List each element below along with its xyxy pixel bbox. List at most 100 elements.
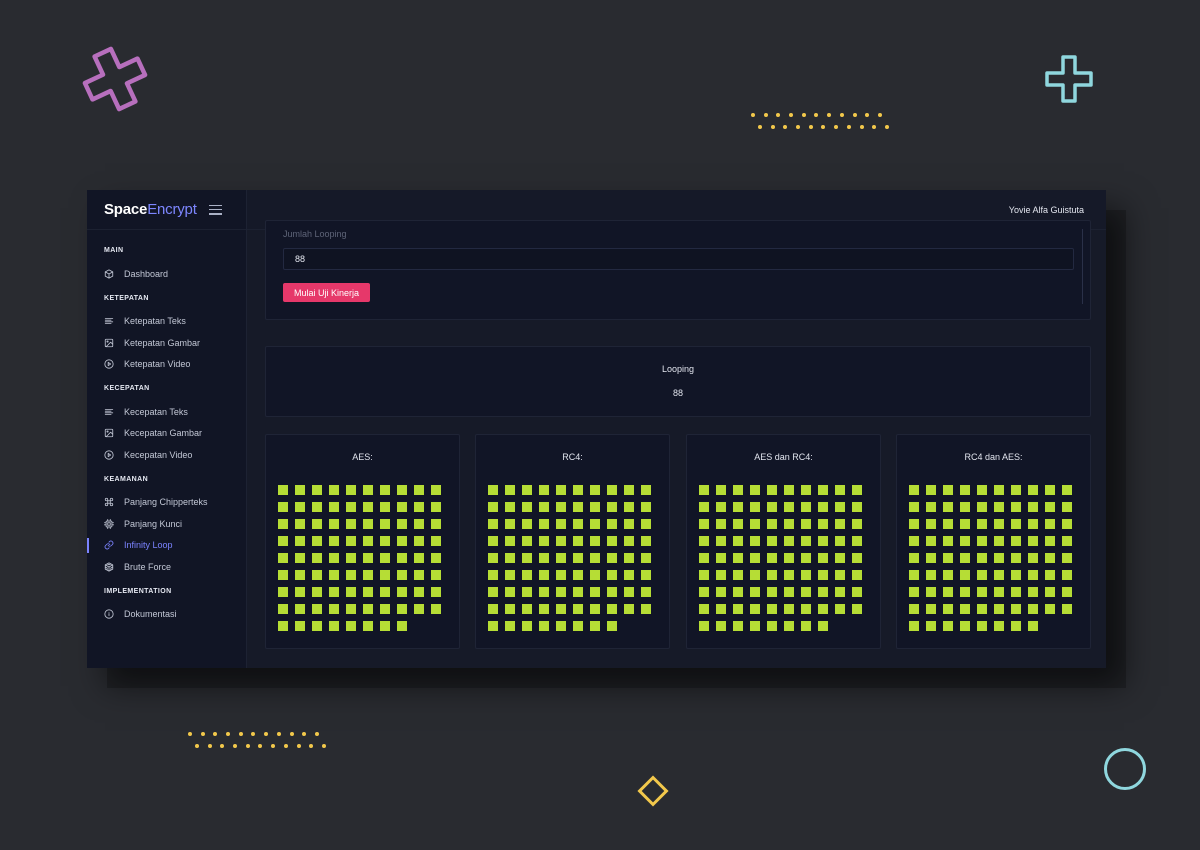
loop-iteration-square: [414, 536, 424, 546]
loop-iteration-square: [943, 502, 953, 512]
loop-iteration-square: [607, 587, 617, 597]
loop-iteration-square: [801, 485, 811, 495]
loop-iteration-square: [852, 570, 862, 580]
loop-iteration-square: [380, 604, 390, 614]
circle-decoration-icon: [1104, 748, 1146, 790]
loop-iteration-square: [733, 604, 743, 614]
loop-iteration-square: [363, 485, 373, 495]
sidebar-item-ketepatan-gambar[interactable]: Ketepatan Gambar: [87, 332, 246, 354]
loop-iteration-square: [977, 587, 987, 597]
loop-iteration-square: [329, 621, 339, 631]
sidebar-item-panjang-kunci[interactable]: Panjang Kunci: [87, 513, 246, 535]
loop-iteration-square: [1045, 536, 1055, 546]
loop-iteration-square: [1028, 621, 1038, 631]
loop-iteration-square: [750, 604, 760, 614]
main-content: Jumlah Looping 88 Mulai Uji Kinerja Loop…: [265, 220, 1091, 668]
loop-iteration-square: [733, 502, 743, 512]
sidebar-item-dokumentasi[interactable]: Dokumentasi: [87, 604, 246, 626]
sidebar-item-brute-force[interactable]: Brute Force: [87, 556, 246, 578]
menu-toggle-icon[interactable]: [208, 204, 222, 215]
looping-input[interactable]: 88: [283, 248, 1074, 270]
result-title: RC4:: [562, 452, 583, 462]
loop-iteration-square: [624, 587, 634, 597]
loop-iteration-square: [943, 519, 953, 529]
loop-iteration-square: [1045, 570, 1055, 580]
loop-iteration-square: [977, 536, 987, 546]
result-card-aes-rc4: AES dan RC4:: [686, 434, 881, 649]
loop-iteration-square: [312, 536, 322, 546]
sidebar-item-infinity-loop[interactable]: Infinity Loop: [87, 535, 246, 557]
sidebar-item-ketepatan-video[interactable]: Ketepatan Video: [87, 354, 246, 376]
scrollbar[interactable]: [1082, 229, 1083, 304]
loop-iteration-square: [607, 570, 617, 580]
result-card-aes: AES:: [265, 434, 460, 649]
user-menu[interactable]: Yovie Alfa Guistuta: [1009, 205, 1084, 215]
loop-iteration-square: [363, 604, 373, 614]
sidebar-item-label: Infinity Loop: [124, 540, 173, 551]
sidebar-item-dashboard[interactable]: Dashboard: [87, 263, 246, 285]
command-icon: [104, 497, 114, 507]
loop-iteration-square: [801, 621, 811, 631]
result-grid: [278, 485, 443, 631]
loop-iteration-square: [607, 485, 617, 495]
loop-iteration-square: [926, 553, 936, 563]
loop-iteration-square: [733, 536, 743, 546]
sidebar-item-kecepatan-gambar[interactable]: Kecepatan Gambar: [87, 423, 246, 445]
align-left-icon: [104, 407, 114, 417]
loop-iteration-square: [926, 485, 936, 495]
loop-iteration-square: [960, 502, 970, 512]
start-test-button[interactable]: Mulai Uji Kinerja: [283, 283, 371, 302]
loop-iteration-square: [641, 553, 651, 563]
loop-iteration-square: [346, 621, 356, 631]
loop-iteration-square: [943, 587, 953, 597]
loop-iteration-square: [363, 570, 373, 580]
loop-iteration-square: [505, 536, 515, 546]
loop-iteration-square: [909, 553, 919, 563]
brand-logo-strong: Space: [104, 201, 148, 218]
loop-iteration-square: [397, 519, 407, 529]
loop-iteration-square: [835, 587, 845, 597]
loop-iteration-square: [994, 570, 1004, 580]
loop-iteration-square: [607, 519, 617, 529]
loop-iteration-square: [699, 502, 709, 512]
sidebar-item-kecepatan-video[interactable]: Kecepatan Video: [87, 444, 246, 466]
loop-iteration-square: [1011, 553, 1021, 563]
loop-iteration-square: [522, 587, 532, 597]
sidebar-item-label: Kecepatan Video: [124, 449, 193, 460]
loop-iteration-square: [363, 519, 373, 529]
image-icon: [104, 338, 114, 348]
nav-section-title: IMPLEMENTATION: [104, 587, 172, 595]
sidebar-item-panjang-chipperteks[interactable]: Panjang Chipperteks: [87, 492, 246, 514]
loop-iteration-square: [607, 621, 617, 631]
loop-iteration-square: [556, 604, 566, 614]
loop-iteration-square: [624, 536, 634, 546]
loop-iteration-square: [590, 587, 600, 597]
loop-iteration-square: [767, 553, 777, 563]
loop-iteration-square: [539, 519, 549, 529]
loop-iteration-square: [1011, 519, 1021, 529]
loop-iteration-square: [977, 485, 987, 495]
loop-iteration-square: [909, 536, 919, 546]
loop-iteration-square: [818, 519, 828, 529]
loop-iteration-square: [556, 553, 566, 563]
loop-iteration-square: [909, 519, 919, 529]
loop-iteration-square: [852, 587, 862, 597]
loop-iteration-square: [994, 502, 1004, 512]
loop-iteration-square: [1062, 570, 1072, 580]
sidebar-item-kecepatan-teks[interactable]: Kecepatan Teks: [87, 401, 246, 423]
loop-iteration-square: [1011, 502, 1021, 512]
loop-iteration-square: [994, 587, 1004, 597]
loop-iteration-square: [295, 553, 305, 563]
loop-iteration-square: [488, 621, 498, 631]
loop-iteration-square: [346, 485, 356, 495]
nav-section-title: MAIN: [104, 247, 124, 254]
loop-iteration-square: [784, 553, 794, 563]
loop-iteration-square: [505, 519, 515, 529]
loop-iteration-square: [943, 485, 953, 495]
sidebar-item-ketepatan-teks[interactable]: Ketepatan Teks: [87, 311, 246, 333]
loop-iteration-square: [1028, 485, 1038, 495]
loop-iteration-square: [835, 485, 845, 495]
loop-iteration-square: [329, 485, 339, 495]
loop-iteration-square: [909, 621, 919, 631]
loop-iteration-square: [1045, 519, 1055, 529]
